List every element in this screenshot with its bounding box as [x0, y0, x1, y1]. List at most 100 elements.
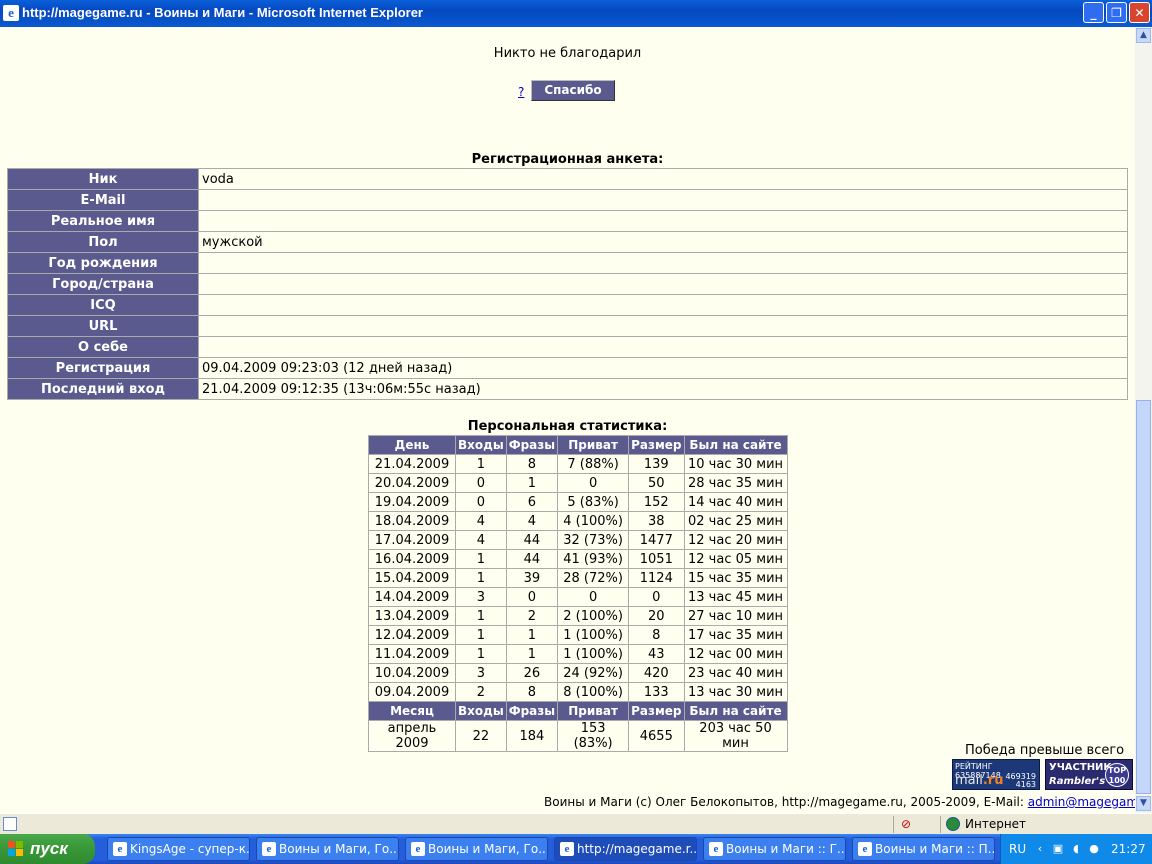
start-button[interactable]: пуск	[0, 834, 95, 864]
column-header: Входы	[455, 701, 507, 721]
page-content: Никто не благодарил ? Спасибо Регистраци…	[0, 27, 1135, 813]
field-label: Последний вход	[7, 378, 199, 400]
table-cell: 1	[505, 473, 559, 493]
column-header: Был на сайте	[683, 435, 788, 455]
table-cell: 3	[455, 663, 507, 683]
minimize-button[interactable]: _	[1083, 2, 1104, 23]
column-header: Приват	[557, 701, 630, 721]
table-cell: 11.04.2009	[368, 644, 456, 664]
ie-icon: e	[262, 842, 276, 856]
taskbar-item[interactable]: e Воины и Маги, Го...	[256, 837, 399, 861]
ie-icon: e	[411, 842, 425, 856]
table-cell: 44	[505, 530, 559, 550]
scroll-up-icon[interactable]: ▲	[1136, 28, 1151, 43]
table-cell: 50	[628, 473, 685, 493]
table-row: 16.04.2009 1 44 41 (93%) 1051 12 час 05 мин	[368, 549, 788, 569]
table-cell: 3	[455, 587, 507, 607]
badge-brand: Rambler's	[1049, 776, 1106, 787]
table-cell: 14.04.2009	[368, 587, 456, 607]
rambler-top100-badge[interactable]: УЧАСТНИК Rambler's TOP 100	[1045, 759, 1133, 790]
taskbar-item[interactable]: e Воины и Маги :: П...	[852, 837, 995, 861]
field-label: URL	[7, 315, 199, 337]
table-cell: 10 час 30 мин	[683, 454, 788, 474]
network-icon[interactable]: ▣	[1051, 842, 1065, 856]
column-header: Месяц	[368, 701, 456, 721]
vertical-scrollbar[interactable]: ▲ ▼	[1135, 27, 1152, 813]
taskbar-item-active[interactable]: e http://magegame.r...	[554, 837, 697, 861]
field-value: 09.04.2009 09:23:03 (12 дней назад)	[198, 357, 1128, 379]
page-icon	[3, 817, 17, 831]
table-cell: 1	[455, 454, 507, 474]
table-cell: 1 (100%)	[557, 644, 630, 664]
column-header: Был на сайте	[683, 701, 788, 721]
table-cell: 18.04.2009	[368, 511, 456, 531]
table-cell: 0	[455, 492, 507, 512]
popup-blocked-icon[interactable]: ⊘	[898, 817, 914, 831]
table-row: 13.04.2009 1 2 2 (100%) 20 27 час 10 мин	[368, 606, 788, 626]
table-cell: 19.04.2009	[368, 492, 456, 512]
table-cell: 17 час 35 мин	[683, 625, 788, 645]
table-cell: 24 (92%)	[557, 663, 630, 683]
column-header: Размер	[628, 435, 685, 455]
window-title: http://magegame.ru - Воины и Маги - Micr…	[22, 5, 423, 20]
help-link[interactable]: ?	[518, 85, 524, 99]
stats-title: Персональная статистика:	[467, 419, 668, 434]
clock: 21:27	[1111, 842, 1146, 856]
table-cell: 8 (100%)	[557, 682, 630, 702]
scroll-thumb[interactable]	[1136, 400, 1151, 794]
field-value	[198, 273, 1128, 295]
mail-rating-badge[interactable]: РЕЙТИНГ 635887148 mail.ru 469319 4163	[952, 759, 1040, 790]
table-header-row: День Входы Фразы Приват Размер Был на са…	[368, 435, 788, 455]
table-row: 19.04.2009 0 6 5 (83%) 152 14 час 40 мин	[368, 492, 788, 512]
table-cell: 7 (88%)	[557, 454, 630, 474]
table-cell: 09.04.2009	[368, 682, 456, 702]
ie-icon: e	[709, 842, 723, 856]
table-cell: 10.04.2009	[368, 663, 456, 683]
taskbar-item[interactable]: e KingsAge - супер-к...	[107, 837, 250, 861]
field-label: Пол	[7, 231, 199, 253]
column-header: Входы	[455, 435, 507, 455]
table-cell: 15 час 35 мин	[683, 568, 788, 588]
table-cell: 26	[505, 663, 559, 683]
footer: Воины и Маги (c) Олег Белокопытов, http:…	[544, 795, 1135, 809]
table-cell: 4	[455, 511, 507, 531]
taskbar: пуск e KingsAge - супер-к... e Воины и Маг…	[0, 834, 1152, 864]
ie-icon: e	[3, 5, 19, 21]
taskbar-item[interactable]: e Воины и Маги :: Г...	[703, 837, 846, 861]
windows-flag-icon	[8, 841, 24, 857]
table-cell: 27 час 10 мин	[683, 606, 788, 626]
close-button[interactable]: ✕	[1129, 2, 1150, 23]
table-cell: 1	[455, 549, 507, 569]
month-row: апрель 2009 22 184 153 (83%) 4655 203 ча…	[368, 720, 788, 752]
table-cell: 1	[505, 644, 559, 664]
motto-text: Победа превыше всего	[965, 743, 1125, 758]
maximize-button[interactable]: ❐	[1106, 2, 1127, 23]
table-cell: 1 (100%)	[557, 625, 630, 645]
table-row: Последний вход 21.04.2009 09:12:35 (13ч:0…	[7, 378, 1128, 400]
field-value	[198, 294, 1128, 316]
stats-table: День Входы Фразы Приват Размер Был на са…	[368, 435, 788, 752]
scroll-down-icon[interactable]: ▼	[1136, 796, 1151, 811]
table-cell: 1051	[628, 549, 685, 569]
chevron-left-icon[interactable]: ‹	[1033, 842, 1047, 856]
email-link[interactable]: admin@magegame.ru	[1028, 795, 1135, 809]
thanks-button[interactable]: Спасибо	[531, 80, 615, 101]
field-value: voda	[198, 168, 1128, 190]
volume-icon[interactable]: ◖	[1069, 842, 1083, 856]
divider	[940, 816, 941, 833]
table-cell: 203 час 50 мин	[683, 720, 788, 752]
table-row: E-Mail	[7, 189, 1128, 211]
table-cell: 0	[628, 587, 685, 607]
taskbar-item[interactable]: e Воины и Маги, Го...	[405, 837, 548, 861]
field-value	[198, 189, 1128, 211]
table-cell: 02 час 25 мин	[683, 511, 788, 531]
field-label: E-Mail	[7, 189, 199, 211]
language-indicator[interactable]: RU	[1009, 842, 1026, 856]
table-cell: 2	[455, 682, 507, 702]
column-header: День	[368, 435, 456, 455]
badge-count: 4163	[1015, 780, 1036, 789]
tray-app-icon[interactable]: ●	[1087, 842, 1101, 856]
table-cell: 1477	[628, 530, 685, 550]
table-row: 15.04.2009 1 39 28 (72%) 1124 15 час 35 мин	[368, 568, 788, 588]
table-cell: 0	[557, 587, 630, 607]
